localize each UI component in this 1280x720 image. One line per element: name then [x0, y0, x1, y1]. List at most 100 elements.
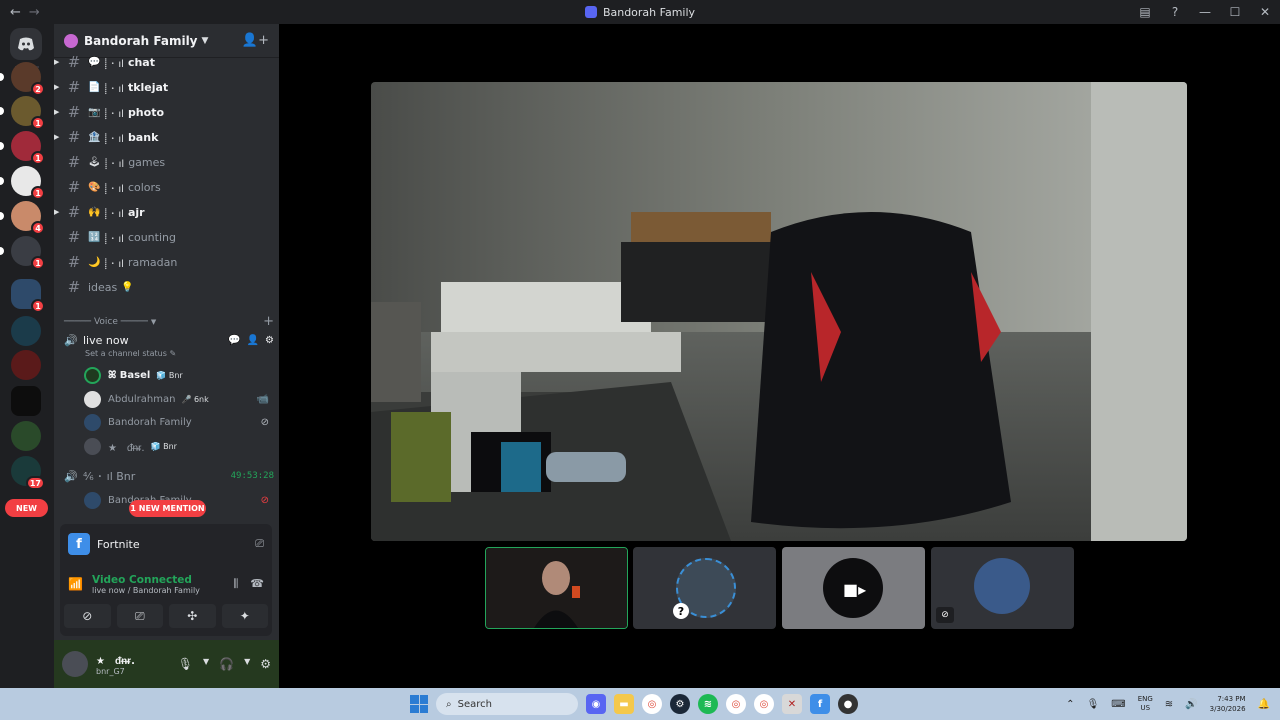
help-icon[interactable]: ? [1160, 5, 1190, 19]
server-icon[interactable] [11, 421, 41, 451]
chrome-profile-icon[interactable]: ◎ [754, 694, 774, 714]
connection-location[interactable]: live now / Bandorah Family [92, 586, 200, 595]
server-icon[interactable]: 1 [0, 166, 45, 200]
channel-deco: ⸽ ･ ıl [104, 108, 124, 120]
forward-arrow-icon[interactable]: → [29, 5, 40, 20]
channel-name: colors [127, 180, 161, 194]
headphones-icon[interactable]: 🎧 [219, 657, 234, 671]
channel-item[interactable]: ▶ # 🏦 ⸽ ･ ıl bank [54, 127, 279, 147]
signal-icon[interactable]: 📶 [68, 577, 88, 591]
back-arrow-icon[interactable]: ← [10, 5, 21, 20]
activities-button[interactable]: ✣ [169, 604, 216, 628]
server-icon[interactable] [11, 316, 41, 346]
settings-gear-icon[interactable]: ⚙ [260, 657, 271, 671]
participant-tile[interactable]: ■▸ [782, 547, 925, 629]
channel-item[interactable]: ▶ # 💬 ⸽ ･ ıl chat [54, 52, 279, 72]
voice-user[interactable]: Abdulrahman 🎤 6nk 📹 [84, 389, 269, 409]
activity-row[interactable]: f Fortnite ⎚ [60, 524, 272, 564]
avatar [84, 366, 101, 384]
notification-icon[interactable]: 🔔 [1258, 699, 1270, 710]
voice-user[interactable]: ꕤ Basel 🧊 Bnr [84, 365, 269, 385]
invite-icon[interactable]: 👤 [247, 335, 259, 346]
server-icon[interactable]: 1 [0, 96, 45, 130]
server-icon[interactable]: 1 [0, 236, 45, 270]
server-icon[interactable]: 2 [0, 62, 45, 96]
system-tray: ⌃ 🎙 ⌨ ENG US ≋ 🔊 7:43 PM 3/30/2026 🔔 [1066, 688, 1270, 720]
channel-item[interactable]: ▶ # 🙌 ⸽ ･ ıl ajr [54, 202, 279, 222]
voice-user-tag: 🧊 Bnr [156, 370, 183, 380]
steam-icon[interactable]: ⚙ [670, 694, 690, 714]
voice-user-name: Abdulrahman [108, 393, 176, 405]
share-screen-button[interactable]: ⎚ [116, 604, 163, 628]
channel-emoji: 🏦 [88, 131, 101, 143]
noise-suppression-icon[interactable]: ⫼ [233, 577, 238, 591]
channel-item[interactable]: ▶ # 📄 ⸽ ･ ıl tklejat [54, 77, 279, 97]
server-icon[interactable]: 1 [0, 131, 45, 165]
inbox-icon[interactable]: ▤ [1130, 5, 1160, 19]
chevron-down-icon[interactable]: ▼ [203, 657, 209, 671]
voice-category[interactable]: ───── Voice ───── ▼ + [64, 314, 274, 329]
voice-user[interactable]: ★ ᵭᵰᵲ. 🧊 Bnr [84, 436, 269, 456]
participant-tile[interactable]: ? [633, 547, 776, 629]
channel-item[interactable]: # 🎨 ⸽ ･ ıl colors [54, 177, 279, 197]
microphone-icon[interactable]: 🎙 [1087, 699, 1100, 710]
voice-user[interactable]: Bandorah Family ⊘ [84, 412, 269, 432]
windows-start-icon[interactable] [410, 695, 428, 713]
main-video-feed[interactable] [371, 82, 1187, 541]
channel-item[interactable]: # ideas 💡 [54, 277, 279, 297]
chrome-profile-icon[interactable]: ◎ [726, 694, 746, 714]
camera-toggle-button[interactable]: ⊘ [64, 604, 111, 628]
server-icon-active[interactable]: 1 [11, 279, 45, 313]
chrome-icon[interactable]: ◎ [642, 694, 662, 714]
new-mention-pill[interactable]: 1 NEW MENTION [129, 500, 206, 517]
microphone-icon[interactable]: 🎙 [178, 657, 193, 671]
language-indicator[interactable]: ENG US [1138, 695, 1153, 713]
discord-home-icon[interactable] [10, 28, 42, 60]
channel-status-prompt[interactable]: Set a channel status ✎ [85, 349, 176, 358]
channel-item[interactable]: # 🕹 ⸽ ･ ıl games [54, 152, 279, 172]
chevron-down-icon[interactable]: ▼ [244, 657, 250, 671]
guild-name: Bandorah Family [84, 33, 198, 48]
user-avatar[interactable] [62, 651, 88, 677]
server-icon[interactable] [11, 386, 41, 416]
maximize-button[interactable]: ☐ [1220, 5, 1250, 19]
nav-buttons: ← → [10, 5, 40, 20]
region-code: US [1140, 704, 1151, 712]
discord-taskbar-icon[interactable]: ◉ [586, 694, 606, 714]
taskbar-search[interactable]: ⌕ Search [436, 693, 578, 715]
screen-share-icon[interactable]: ⎚ [255, 537, 264, 551]
add-channel-icon[interactable]: + [263, 314, 274, 329]
server-icon[interactable] [11, 350, 41, 380]
discord-window-icon [584, 6, 597, 18]
new-unreads-pill[interactable]: NEW [5, 499, 48, 517]
channel-name: photo [127, 105, 165, 119]
channel-item[interactable]: # 🔢 ⸽ ･ ıl counting [54, 227, 279, 247]
wifi-icon[interactable]: ≋ [1165, 699, 1173, 710]
gear-icon[interactable]: ⚙ [265, 335, 274, 346]
clock[interactable]: 7:43 PM 3/30/2026 [1210, 694, 1246, 714]
invite-people-icon[interactable]: 👤+ [242, 33, 269, 48]
server-icon[interactable]: 4 [0, 201, 45, 235]
chat-bubble-icon[interactable]: 💬 [228, 335, 240, 346]
fortnite-taskbar-icon[interactable]: f [810, 694, 830, 714]
obs-icon[interactable]: ● [838, 694, 858, 714]
soundboard-button[interactable]: ✦ [221, 604, 268, 628]
spotify-icon[interactable]: ≋ [698, 694, 718, 714]
file-explorer-icon[interactable]: ▬ [614, 694, 634, 714]
chevron-up-icon[interactable]: ⌃ [1066, 699, 1074, 710]
voice-category-label: ───── Voice ───── [64, 316, 148, 327]
participant-tile[interactable]: ⊘ [931, 547, 1074, 629]
minimize-button[interactable]: — [1190, 5, 1220, 19]
unread-indicator: ▶ [54, 133, 60, 141]
game-launcher-icon[interactable]: ✕ [782, 694, 802, 714]
keyboard-icon[interactable]: ⌨ [1111, 699, 1125, 710]
voice-channel-bnr[interactable]: 🔊 ⁴⁄₆ ･ ıl Bnr 49:53:28 [64, 468, 274, 484]
volume-icon[interactable]: 🔊 [1185, 699, 1197, 710]
disconnect-icon[interactable]: ☎ [250, 577, 264, 591]
server-icon[interactable]: 17 [11, 456, 45, 490]
close-button[interactable]: ✕ [1250, 5, 1280, 19]
participant-tile-speaking[interactable] [485, 547, 628, 629]
channel-item[interactable]: ▶ # 📷 ⸽ ･ ıl photo [54, 102, 279, 122]
channel-item[interactable]: # 🌙 ⸽ ･ ıl ramadan [54, 252, 279, 272]
voice-channel-live-now[interactable]: 🔊 live now 💬 👤 ⚙ [64, 332, 274, 348]
